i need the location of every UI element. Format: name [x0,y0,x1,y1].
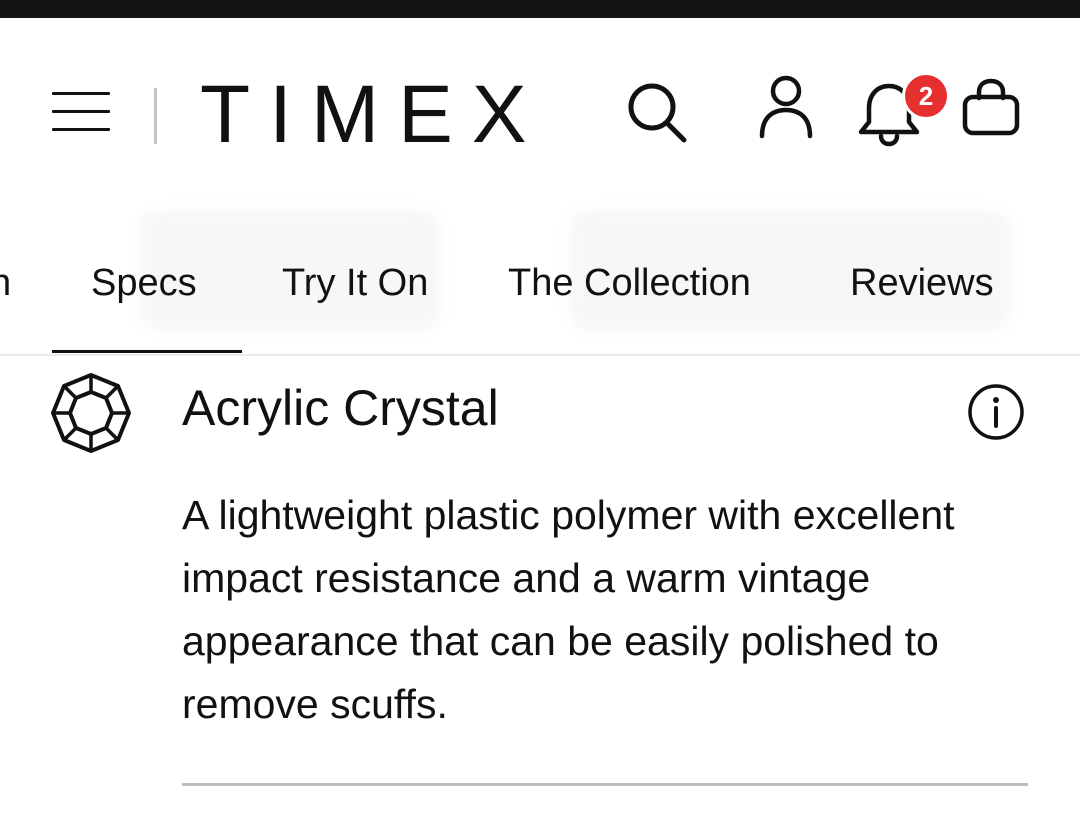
account-icon [759,75,813,139]
tab-the-collection[interactable]: The Collection [508,258,751,308]
tab-specs[interactable]: Specs [91,258,197,308]
search-icon [628,83,687,143]
site-header: TIMEX 2 [0,18,1080,188]
tab-try-it-on[interactable]: Try It On [282,258,428,308]
product-tabs: n Specs Try It On The Collection Reviews [0,188,1080,356]
tab-design[interactable]: n [0,258,11,308]
tab-reviews[interactable]: Reviews [850,258,994,308]
header-divider [154,88,157,144]
active-tab-indicator [52,350,242,353]
spec-divider [182,783,1028,786]
shopping-bag-button[interactable] [960,76,1022,138]
menu-button[interactable] [52,90,110,134]
menu-icon-line-top [52,92,110,95]
info-icon [968,384,1024,440]
menu-icon-line-bottom [52,128,110,131]
brand-logo[interactable]: TIMEX [200,70,546,160]
account-button[interactable] [756,74,816,140]
status-bar [0,0,1080,18]
notification-badge: 2 [902,72,950,120]
crystal-gem-icon [51,373,131,453]
spec-title: Acrylic Crystal [182,380,499,436]
spec-item: Acrylic Crystal A lightweight plastic po… [0,356,1080,825]
menu-icon-line-middle [52,110,110,113]
bag-icon [962,78,1020,136]
info-button[interactable] [966,382,1026,442]
search-button[interactable] [624,80,690,146]
spec-description: A lightweight plastic polymer with excel… [182,492,955,727]
